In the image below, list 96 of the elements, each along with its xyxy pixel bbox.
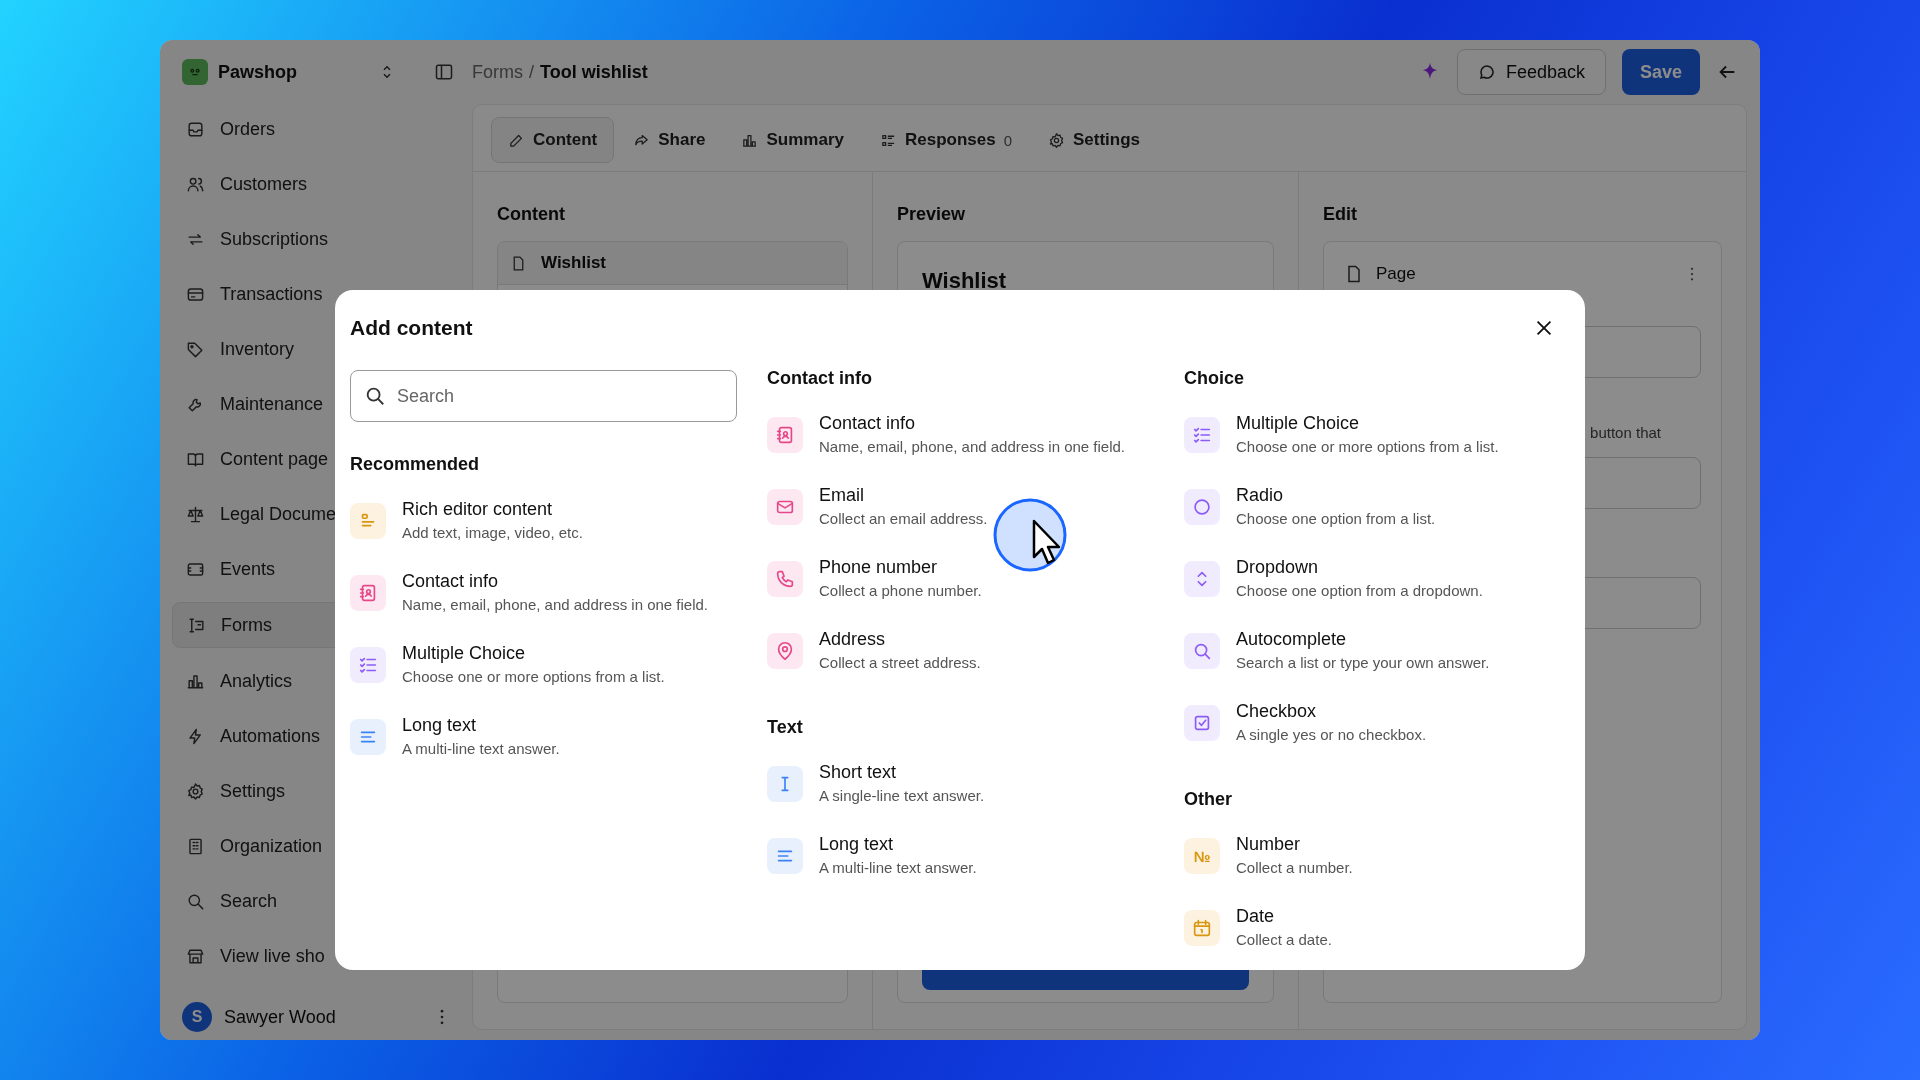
option-description: Collect a date. (1236, 931, 1332, 948)
option-description: Choose one option from a dropdown. (1236, 582, 1483, 599)
workspace-name[interactable]: Pawshop (218, 61, 368, 83)
breadcrumb-item[interactable]: Forms (472, 61, 523, 83)
building-icon (186, 836, 205, 856)
sidebar-item[interactable]: Settings (172, 769, 460, 813)
section-title: Choice (1184, 368, 1245, 389)
breadcrumb-item: Tool wishlist (540, 61, 648, 83)
logo-icon (182, 59, 208, 85)
option-title[interactable]: Address (819, 629, 981, 650)
option-description: Collect a street address. (819, 654, 981, 671)
option-description: Choose one option from a list. (1236, 510, 1436, 527)
storefront-icon (186, 946, 205, 966)
option-description: A multi-line text answer. (819, 859, 977, 876)
page-label: Page (1376, 264, 1416, 284)
search-field[interactable]: Search (350, 370, 737, 422)
option-description: Choose one or more options from a list. (402, 668, 665, 685)
user-avatar[interactable]: S (182, 1002, 212, 1032)
text-block-icon (350, 503, 386, 539)
calendar-icon (1184, 910, 1220, 946)
form-icon (187, 615, 206, 635)
gear-icon (186, 781, 205, 801)
option-description: Choose one or more options from a list. (1236, 438, 1499, 455)
tab[interactable]: Settings (1031, 117, 1158, 163)
page-row[interactable]: Wishlist (498, 242, 847, 285)
sidebar-item[interactable]: Transactions (172, 272, 460, 316)
option-description: Collect an email address. (819, 510, 988, 527)
gear-icon (1048, 131, 1065, 149)
sidebar-item[interactable]: Search (172, 879, 460, 923)
tag-icon (186, 339, 205, 359)
user-name[interactable]: Sawyer Wood (224, 1006, 336, 1028)
sidebar-item[interactable]: Orders (172, 107, 460, 151)
option-title[interactable]: Contact info (819, 413, 1126, 434)
tab[interactable]: Summary (724, 117, 861, 163)
option-title[interactable]: Autocomplete (1236, 629, 1490, 650)
checkbox-icon (1184, 705, 1220, 741)
tab[interactable]: Responses 0 (862, 117, 1029, 163)
text-lines-icon (350, 719, 386, 755)
envelope-icon (767, 489, 803, 525)
option-title[interactable]: Phone number (819, 557, 982, 578)
number-sign-icon: № (1184, 838, 1220, 874)
checklist-icon (1184, 417, 1220, 453)
panel-title: Edit (1323, 204, 1358, 225)
option-title[interactable]: Contact info (402, 571, 709, 592)
search-icon (186, 891, 205, 911)
option-description: A single-line text answer. (819, 787, 985, 804)
option-title[interactable]: Checkbox (1236, 701, 1427, 722)
option-title[interactable]: Date (1236, 906, 1332, 927)
breadcrumb-separator: / (529, 61, 534, 83)
dialog-title: Add content (350, 316, 473, 340)
section-title: Recommended (350, 454, 481, 475)
option-title[interactable]: Long text (402, 715, 560, 736)
section-title: Text (767, 717, 804, 738)
option-title[interactable]: Rich editor content (402, 499, 583, 520)
text-lines-icon (767, 838, 803, 874)
save-button[interactable]: Save (1621, 49, 1700, 95)
option-description: Name, email, phone, and address in one field. (819, 438, 1126, 455)
map-pin-icon (767, 633, 803, 669)
help-text: button that (1590, 424, 1661, 441)
option-title[interactable]: Multiple Choice (1236, 413, 1499, 434)
option-title[interactable]: Radio (1236, 485, 1436, 506)
form-title: Wishlist (922, 268, 1008, 294)
text-cursor-icon (767, 766, 803, 802)
checklist-icon (350, 647, 386, 683)
search-icon (364, 385, 386, 407)
feedback-button[interactable]: Feedback (1456, 49, 1606, 95)
search-icon (1184, 633, 1220, 669)
option-title[interactable]: Short text (819, 762, 985, 783)
option-title[interactable]: Dropdown (1236, 557, 1483, 578)
option-title[interactable]: Long text (819, 834, 977, 855)
option-description: Search a list or type your own answer. (1236, 654, 1490, 671)
chevrons-icon (1184, 561, 1220, 597)
sidebar-item[interactable]: Organization (172, 824, 460, 868)
option-description: A multi-line text answer. (402, 740, 560, 757)
phone-icon (767, 561, 803, 597)
section-title: Contact info (767, 368, 873, 389)
option-description: Collect a number. (1236, 859, 1353, 876)
speech-bubble-icon (1477, 63, 1496, 81)
sidebar-item[interactable]: View live sho (172, 934, 460, 978)
scales-icon (186, 504, 205, 524)
tab[interactable]: Content (491, 117, 615, 163)
contact-card-icon (350, 575, 386, 611)
sidebar-item[interactable]: Customers (172, 162, 460, 206)
panel-title: Preview (897, 204, 967, 225)
option-title[interactable]: Email (819, 485, 988, 506)
inbox-icon (186, 119, 205, 139)
section-title: Other (1184, 789, 1233, 810)
option-description: Add text, image, video, etc. (402, 524, 583, 541)
tab[interactable]: Share (616, 117, 723, 163)
contact-card-icon (767, 417, 803, 453)
option-description: A single yes or no checkbox. (1236, 726, 1427, 743)
panel-title: Content (497, 204, 566, 225)
option-title[interactable]: Number (1236, 834, 1353, 855)
sidebar-item[interactable]: Subscriptions (172, 217, 460, 261)
option-description: Collect a phone number. (819, 582, 982, 599)
sidebar-toggle-icon[interactable] (434, 62, 454, 82)
